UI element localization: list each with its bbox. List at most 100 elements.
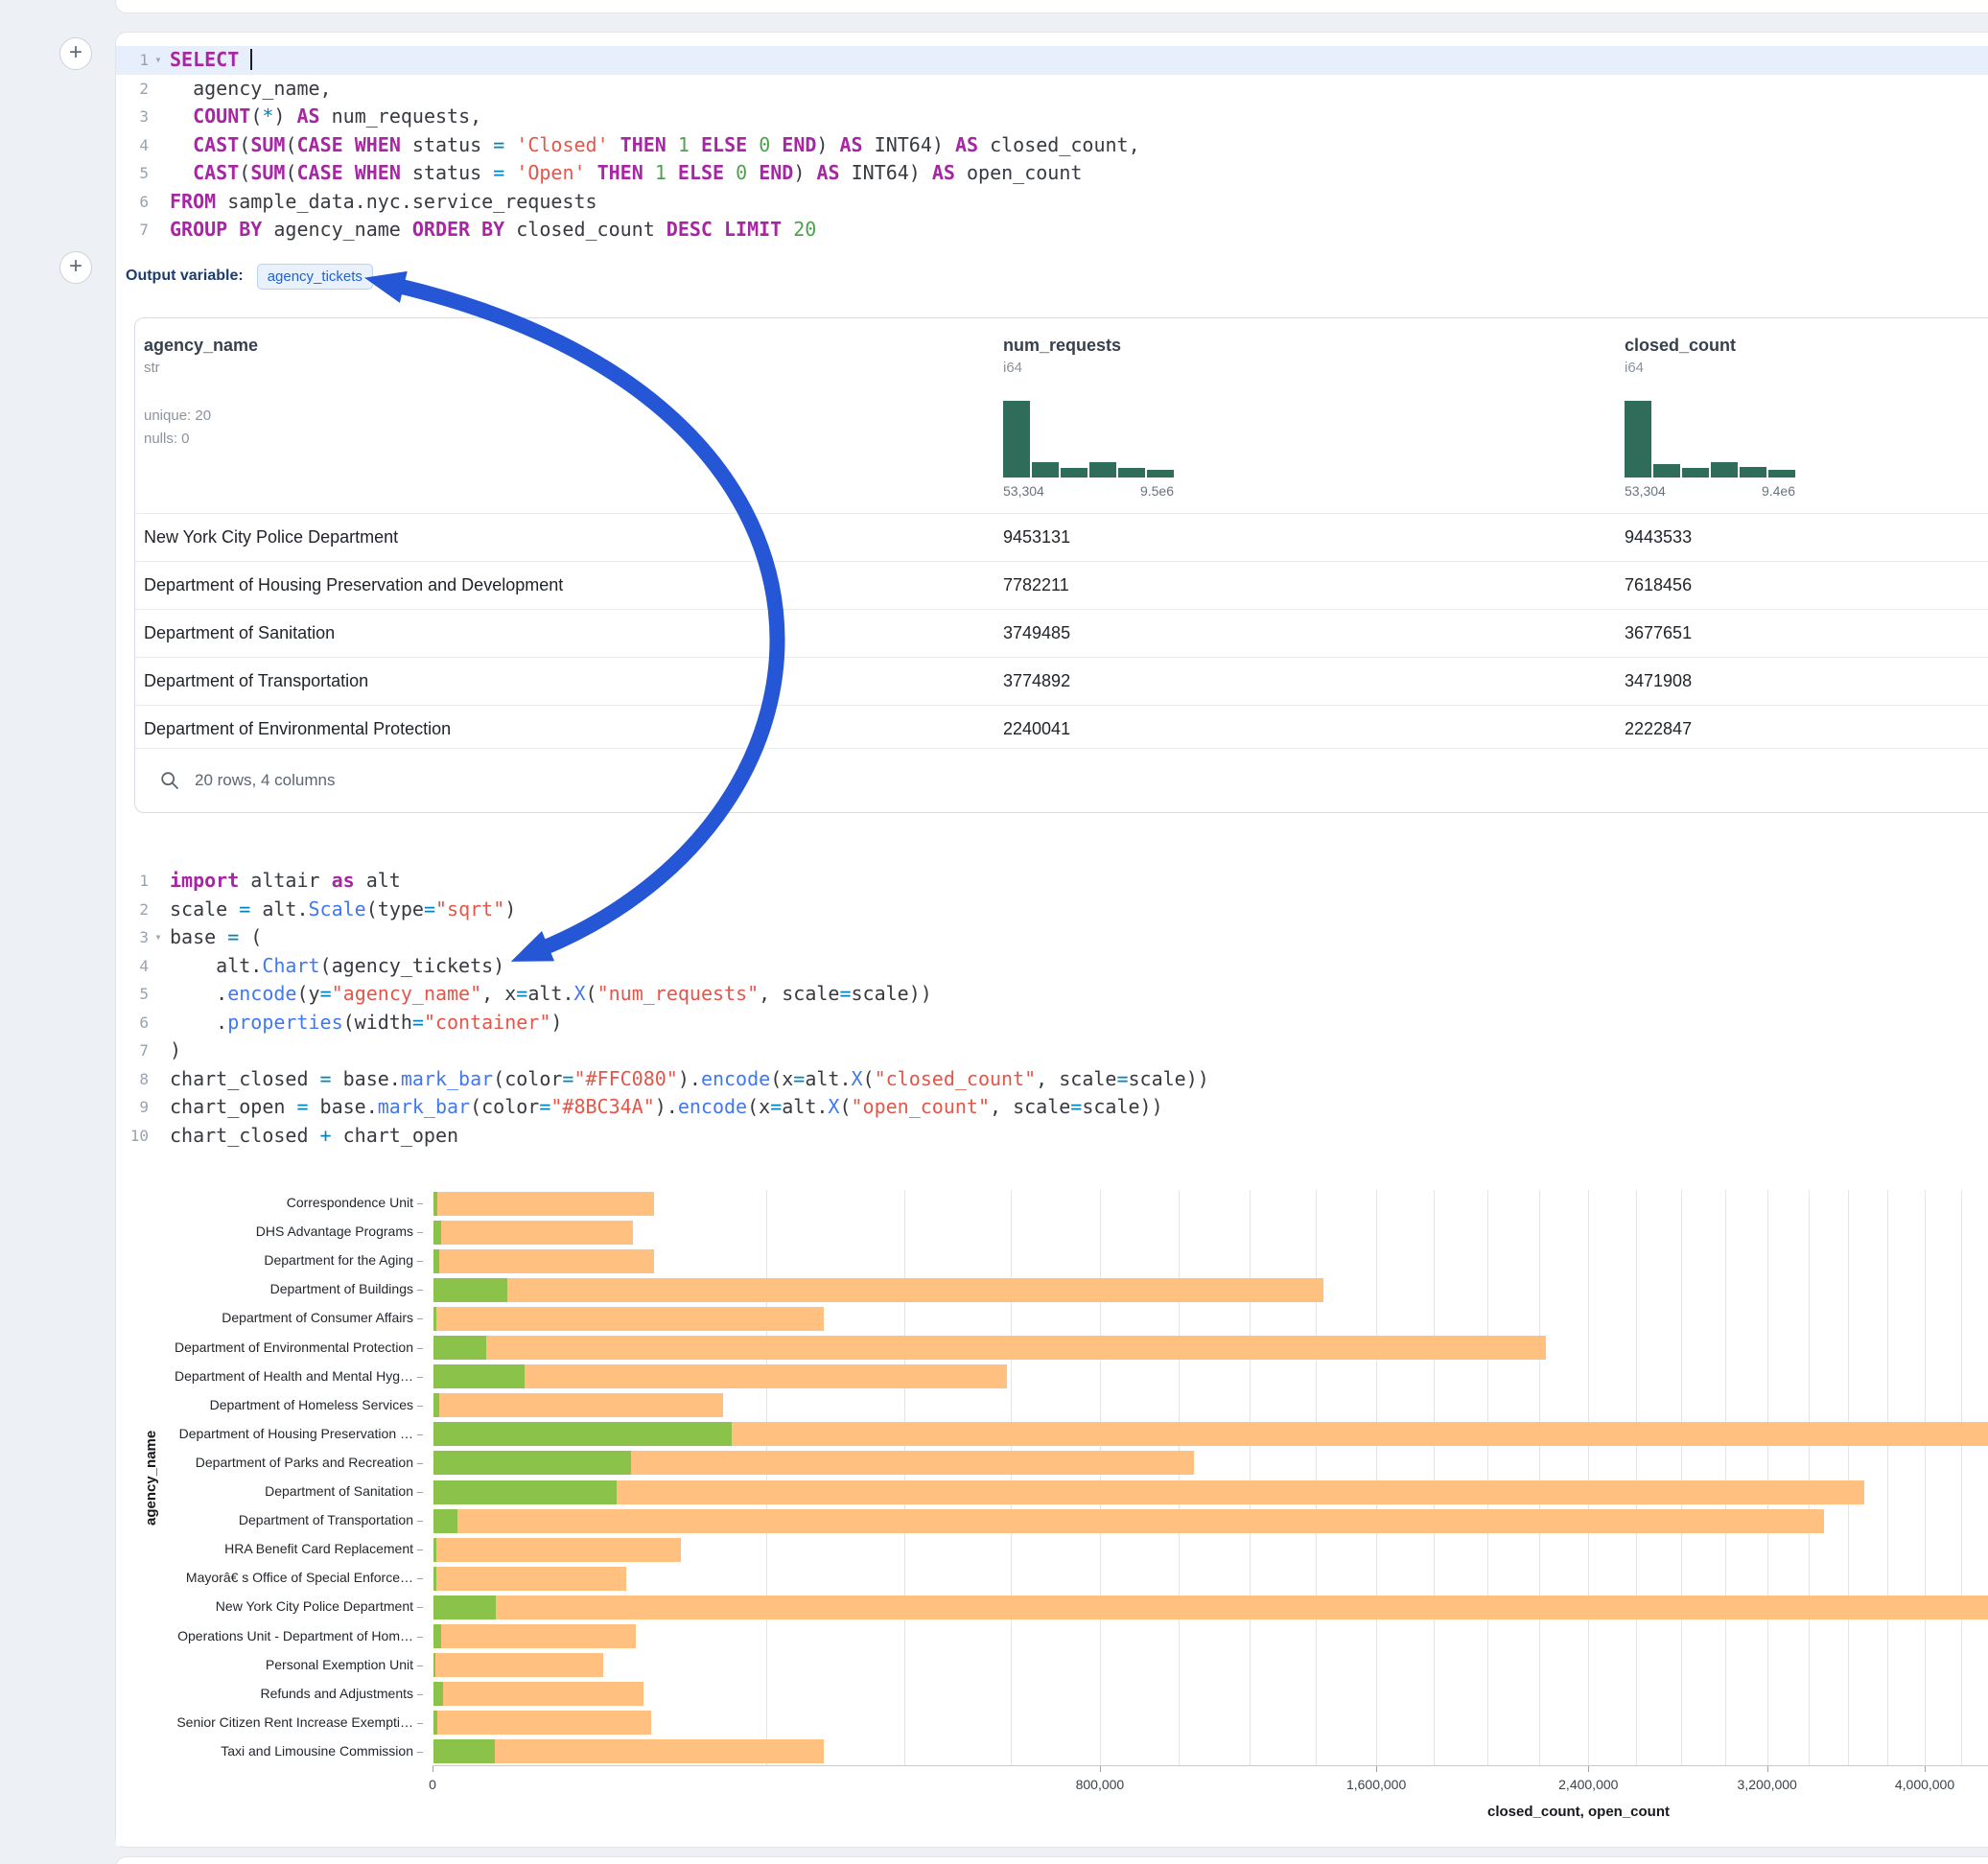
table-row[interactable]: Department of Environmental Protection22…: [135, 705, 1988, 753]
add-cell-button[interactable]: +: [59, 37, 92, 70]
code-line[interactable]: 9chart_open = base.mark_bar(color="#8BC3…: [116, 1093, 1988, 1122]
add-cell-button[interactable]: +: [59, 251, 92, 284]
code-line[interactable]: 3▾base = (: [116, 923, 1988, 952]
results-table: agency_namestrunique: 20nulls: 0 num_requ…: [134, 317, 1988, 813]
bar-open[interactable]: [433, 1278, 507, 1302]
line-number: 4: [116, 952, 149, 981]
bar-open[interactable]: [433, 1249, 439, 1273]
table-row[interactable]: Department of Transportation377489234719…: [135, 657, 1988, 705]
column-name: closed_count: [1625, 336, 1795, 356]
gridline: [1636, 1190, 1637, 1765]
bar-open[interactable]: [433, 1307, 436, 1331]
bar-open[interactable]: [433, 1192, 437, 1216]
code-line[interactable]: 4 alt.Chart(agency_tickets): [116, 952, 1988, 981]
bar-open[interactable]: [433, 1624, 441, 1648]
bar-closed[interactable]: [433, 1221, 633, 1245]
bar-open[interactable]: [433, 1221, 441, 1245]
bar-open[interactable]: [433, 1711, 437, 1735]
histogram-range: 53,3049.5e6: [1003, 483, 1174, 499]
line-number: 8: [116, 1065, 149, 1094]
output-variable-row: Output variable: agency_tickets: [126, 261, 373, 291]
bar-closed[interactable]: [433, 1480, 1864, 1504]
sql-code-editor[interactable]: 1▾SELECT 2 agency_name,3 COUNT(*) AS num…: [116, 46, 1988, 245]
code-line[interactable]: 7GROUP BY agency_name ORDER BY closed_co…: [116, 216, 1988, 245]
python-code-editor[interactable]: 1import altair as alt2scale = alt.Scale(…: [116, 867, 1988, 1150]
fold-caret-icon: [149, 896, 168, 924]
output-variable-pill[interactable]: agency_tickets: [257, 264, 373, 290]
code-line[interactable]: 6 .properties(width="container"): [116, 1009, 1988, 1037]
bar-closed[interactable]: [433, 1393, 723, 1417]
table-cell: 2222847: [1625, 706, 1692, 753]
column-header[interactable]: agency_namestrunique: 20nulls: 0: [144, 336, 258, 451]
bar-open[interactable]: [433, 1336, 486, 1360]
code-text: alt.Chart(agency_tickets): [168, 952, 504, 981]
bar-closed[interactable]: [433, 1509, 1824, 1533]
bar-open[interactable]: [433, 1393, 439, 1417]
bar-closed[interactable]: [433, 1653, 603, 1677]
code-text: FROM sample_data.nyc.service_requests: [168, 188, 597, 217]
fold-caret-icon[interactable]: ▾: [149, 923, 168, 952]
y-tick: [417, 1261, 423, 1262]
category-label: New York City Police Department: [116, 1598, 413, 1614]
code-text: chart_open = base.mark_bar(color="#8BC34…: [168, 1093, 1163, 1122]
code-line[interactable]: 5 CAST(SUM(CASE WHEN status = 'Open' THE…: [116, 159, 1988, 188]
bar-closed[interactable]: [433, 1278, 1323, 1302]
code-line[interactable]: 2scale = alt.Scale(type="sqrt"): [116, 896, 1988, 924]
bar-closed[interactable]: [433, 1192, 654, 1216]
bar-closed[interactable]: [433, 1249, 654, 1273]
code-text: GROUP BY agency_name ORDER BY closed_cou…: [168, 216, 816, 245]
code-text: scale = alt.Scale(type="sqrt"): [168, 896, 516, 924]
category-label: Mayorâ€ s Office of Special Enforce…: [116, 1570, 413, 1585]
code-line[interactable]: 10chart_closed + chart_open: [116, 1122, 1988, 1151]
bar-closed[interactable]: [433, 1307, 824, 1331]
code-line[interactable]: 7): [116, 1037, 1988, 1065]
bar-closed[interactable]: [433, 1596, 1988, 1619]
bar-open[interactable]: [433, 1596, 496, 1619]
fold-caret-icon: [149, 159, 168, 188]
category-label: Taxi and Limousine Commission: [116, 1743, 413, 1759]
bar-closed[interactable]: [433, 1624, 636, 1648]
code-line[interactable]: 4 CAST(SUM(CASE WHEN status = 'Closed' T…: [116, 131, 1988, 160]
code-line[interactable]: 2 agency_name,: [116, 75, 1988, 104]
column-header[interactable]: num_requestsi6453,3049.5e6: [1003, 336, 1174, 499]
bar-open[interactable]: [433, 1682, 443, 1706]
category-label: Department of Environmental Protection: [116, 1340, 413, 1355]
table-row[interactable]: Department of Sanitation37494853677651: [135, 609, 1988, 657]
gridline: [1011, 1190, 1012, 1765]
gridline: [1316, 1190, 1317, 1765]
bar-open[interactable]: [433, 1451, 631, 1475]
gridline: [1725, 1190, 1726, 1765]
column-header[interactable]: closed_counti6453,3049.4e6: [1625, 336, 1795, 499]
bar-open[interactable]: [433, 1509, 457, 1533]
fold-caret-icon[interactable]: ▾: [149, 46, 168, 75]
bar-closed[interactable]: [433, 1336, 1546, 1360]
category-label: Department of Homeless Services: [116, 1397, 413, 1412]
code-line[interactable]: 8chart_closed = base.mark_bar(color="#FF…: [116, 1065, 1988, 1094]
next-cell-edge: [115, 1856, 1988, 1864]
code-line[interactable]: 6FROM sample_data.nyc.service_requests: [116, 188, 1988, 217]
bar-closed[interactable]: [433, 1711, 651, 1735]
bar-open[interactable]: [433, 1422, 732, 1446]
bar-open[interactable]: [433, 1739, 495, 1763]
bar-closed[interactable]: [433, 1538, 681, 1562]
fold-caret-icon: [149, 1037, 168, 1065]
y-tick: [417, 1549, 423, 1550]
bar-open[interactable]: [433, 1480, 617, 1504]
table-row[interactable]: New York City Police Department945313194…: [135, 513, 1988, 561]
code-line[interactable]: 1import altair as alt: [116, 867, 1988, 896]
gridline: [1961, 1190, 1962, 1765]
search-icon[interactable]: [160, 771, 179, 790]
previous-cell-edge: [115, 0, 1988, 13]
bar-open[interactable]: [433, 1567, 436, 1591]
bar-closed[interactable]: [433, 1567, 626, 1591]
bar-open[interactable]: [433, 1364, 525, 1388]
bar-closed[interactable]: [433, 1682, 643, 1706]
bar-open[interactable]: [433, 1538, 436, 1562]
code-line[interactable]: 3 COUNT(*) AS num_requests,: [116, 103, 1988, 131]
code-line[interactable]: 5 .encode(y="agency_name", x=alt.X("num_…: [116, 980, 1988, 1009]
bar-open[interactable]: [433, 1653, 435, 1677]
column-stats: unique: 20nulls: 0: [144, 405, 258, 451]
code-line[interactable]: 1▾SELECT: [116, 46, 1988, 75]
gridline: [1100, 1190, 1101, 1765]
table-row[interactable]: Department of Housing Preservation and D…: [135, 561, 1988, 609]
